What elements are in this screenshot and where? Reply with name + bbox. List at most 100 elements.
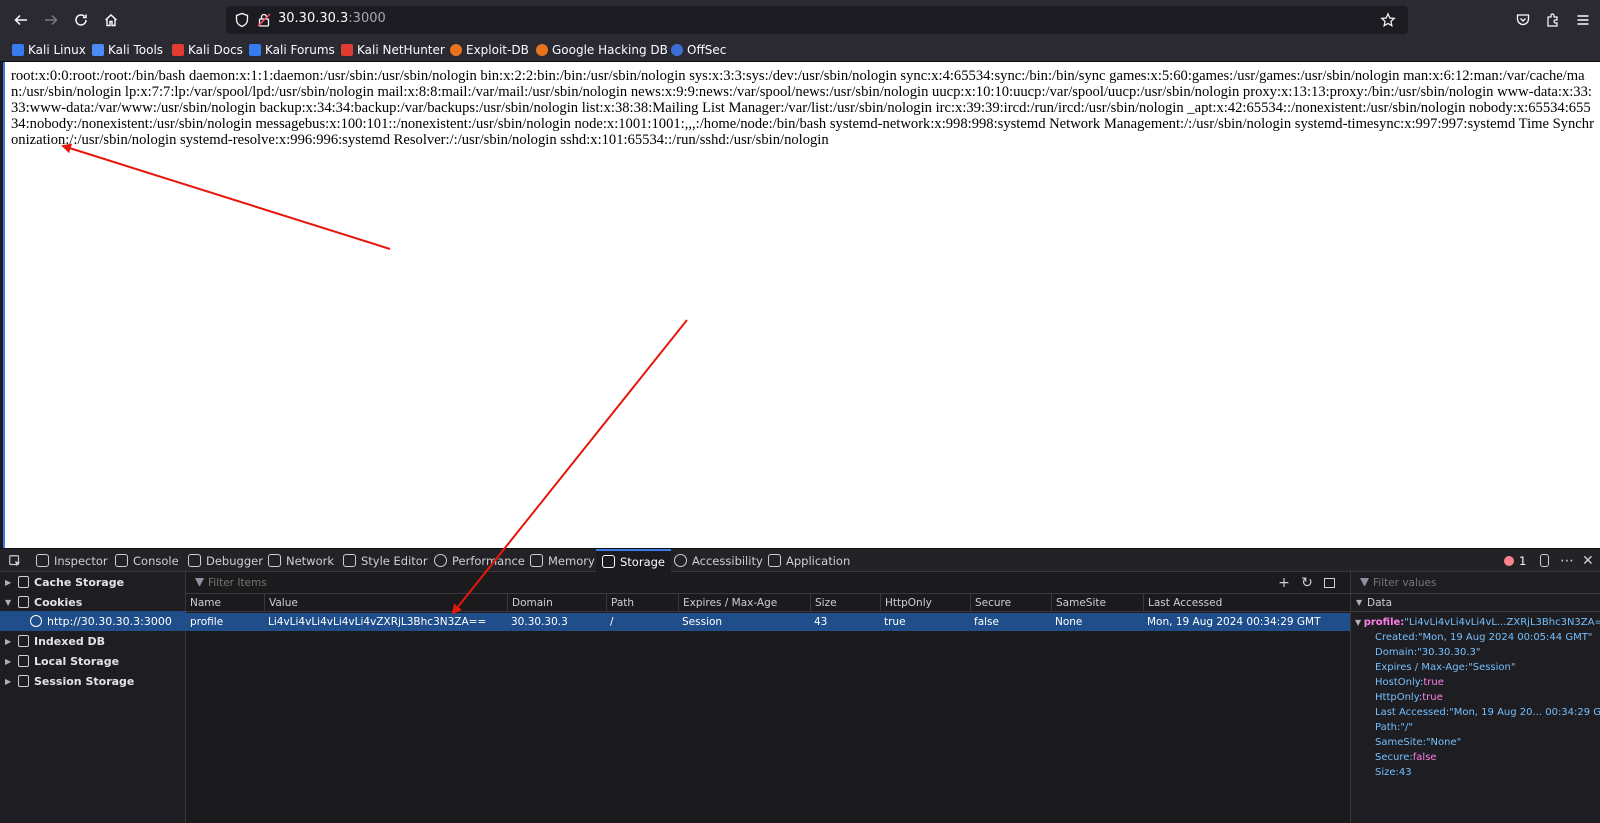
menu-button[interactable] — [1572, 9, 1594, 31]
tree-item-host[interactable]: http://30.30.30.3:3000 — [0, 611, 186, 631]
column-header-secure[interactable]: Secure — [970, 594, 1011, 612]
table-row[interactable]: profile Li4vLi4vLi4vLi4vLi4vZXRjL3Bhc3N3… — [186, 613, 1350, 631]
forward-button[interactable] — [40, 9, 62, 31]
bookmark-label: Kali Docs — [188, 43, 243, 57]
refresh-items-button[interactable]: ↻ — [1299, 575, 1315, 591]
tab-accessibility[interactable]: Accessibility — [674, 549, 763, 572]
profile-entry[interactable]: ▼ profile:"Li4vLi4vLi4vLi4vL...ZXRjL3Bhc… — [1355, 616, 1600, 630]
insecure-lock-icon[interactable] — [256, 12, 272, 28]
column-header-domain[interactable]: Domain — [507, 594, 553, 612]
tab-storage[interactable]: Storage — [596, 549, 671, 572]
tree-item-label: Cookies — [34, 595, 83, 609]
data-section-header[interactable]: ▼ Data — [1351, 594, 1600, 612]
column-header-samesite[interactable]: SameSite — [1051, 594, 1106, 612]
add-item-button[interactable]: + — [1276, 575, 1292, 591]
property-key: SameSite — [1375, 737, 1423, 748]
element-picker-button[interactable] — [8, 549, 28, 572]
cookie-property[interactable]: Domain:"30.30.30.3" — [1375, 646, 1480, 660]
tree-item-label: Local Storage — [34, 654, 120, 668]
url-bar[interactable]: 30.30.30.3:3000 — [226, 6, 1408, 34]
devtools-options-button[interactable]: ⋯ — [1560, 549, 1574, 572]
chevron-right-icon: ▶ — [5, 577, 12, 587]
cookie-property[interactable]: SameSite:"None" — [1375, 736, 1461, 750]
cookie-property[interactable]: HostOnly:true — [1375, 676, 1444, 690]
tab-debugger[interactable]: Debugger — [188, 549, 263, 572]
globe-icon — [30, 615, 42, 627]
bookmark-kali-tools[interactable]: Kali Tools — [92, 41, 163, 59]
column-header-expires[interactable]: Expires / Max-Age — [678, 594, 777, 612]
tree-item-label: Indexed DB — [34, 634, 106, 648]
column-header-size[interactable]: Size — [810, 594, 837, 612]
tab-console[interactable]: Console — [115, 549, 179, 572]
bookmark-kali-linux[interactable]: Kali Linux — [12, 41, 86, 59]
tab-label: Style Editor — [361, 553, 428, 568]
back-button[interactable] — [10, 9, 32, 31]
filter-values-input[interactable] — [1359, 575, 1589, 591]
bookmark-kali-forums[interactable]: Kali Forums — [249, 41, 335, 59]
tab-memory[interactable]: Memory — [530, 549, 595, 572]
tab-inspector[interactable]: Inspector — [36, 549, 108, 572]
tree-item-session-storage[interactable]: ▶ Session Storage — [0, 671, 186, 691]
browser-toolbar: 30.30.30.3:3000 — [0, 0, 1600, 38]
tab-application[interactable]: Application — [768, 549, 850, 572]
devtools-close-button[interactable]: ✕ — [1582, 549, 1594, 572]
bookmark-label: Kali Linux — [28, 43, 86, 57]
ellipsis-icon: ⋯ — [1560, 552, 1574, 569]
database-icon — [18, 576, 29, 588]
property-value: false — [1412, 752, 1437, 763]
tab-style-editor[interactable]: Style Editor — [343, 549, 428, 572]
bookmark-kali-nethunter[interactable]: Kali NetHunter — [341, 41, 445, 59]
property-value: "30.30.30.3" — [1417, 647, 1481, 658]
reload-button[interactable] — [70, 9, 92, 31]
cookie-property[interactable]: Size:43 — [1375, 766, 1412, 780]
pocket-button[interactable] — [1512, 9, 1534, 31]
cookie-table-panel: + ↻ Name Value Domain Path Expires / Max… — [186, 572, 1350, 823]
property-value: "Session" — [1468, 662, 1516, 673]
tab-network[interactable]: Network — [268, 549, 334, 572]
bookmark-star-icon[interactable] — [1380, 12, 1396, 28]
bookmark-kali-docs[interactable]: Kali Docs — [172, 41, 243, 59]
property-key: HttpOnly — [1375, 692, 1419, 703]
column-header-path[interactable]: Path — [606, 594, 634, 612]
shield-icon[interactable] — [234, 12, 250, 28]
column-header-httponly[interactable]: HttpOnly — [880, 594, 932, 612]
bookmark-google-hacking-db[interactable]: Google Hacking DB — [536, 41, 668, 59]
bookmark-label: Kali Tools — [108, 43, 164, 57]
cookie-property[interactable]: Path:"/" — [1375, 721, 1413, 735]
cookie-property[interactable]: HttpOnly:true — [1375, 691, 1443, 705]
refresh-icon: ↻ — [1301, 575, 1313, 591]
home-button[interactable] — [100, 9, 122, 31]
cookie-property[interactable]: Last Accessed:"Mon, 19 Aug 20... 00:34:2… — [1375, 706, 1600, 720]
tab-label: Memory — [548, 553, 595, 568]
hamburger-menu-icon — [1577, 15, 1589, 25]
tab-performance[interactable]: Performance — [434, 549, 525, 572]
column-header-name[interactable]: Name — [186, 594, 221, 612]
cell-secure: false — [974, 616, 999, 628]
tree-item-label: Session Storage — [34, 674, 135, 688]
cookie-property[interactable]: Expires / Max-Age:"Session" — [1375, 661, 1515, 675]
column-header-last-accessed[interactable]: Last Accessed — [1143, 594, 1222, 612]
tree-item-local-storage[interactable]: ▶ Local Storage — [0, 651, 186, 671]
responsive-design-button[interactable] — [1540, 549, 1549, 572]
cell-size: 43 — [814, 616, 828, 628]
url-text[interactable]: 30.30.30.3:3000 — [278, 11, 386, 26]
tree-item-indexed-db[interactable]: ▶ Indexed DB — [0, 631, 186, 651]
tree-item-cookies[interactable]: ▼ Cookies — [0, 592, 186, 612]
bookmark-label: Kali NetHunter — [357, 43, 445, 57]
error-count-badge[interactable]: 1 — [1504, 549, 1526, 572]
bookmark-exploit-db[interactable]: Exploit-DB — [450, 41, 529, 59]
filter-items-input[interactable] — [194, 575, 1194, 591]
cookie-property[interactable]: Secure:false — [1375, 751, 1437, 765]
cell-last-accessed: Mon, 19 Aug 2024 00:34:29 GMT — [1147, 616, 1321, 628]
table-header: Name Value Domain Path Expires / Max-Age… — [186, 594, 1350, 612]
tab-label: Performance — [452, 553, 525, 568]
bookmark-label: Kali Forums — [265, 43, 335, 57]
tree-item-cache-storage[interactable]: ▶ Cache Storage — [0, 572, 186, 592]
tab-label: Application — [786, 553, 851, 568]
extensions-button[interactable] — [1542, 9, 1564, 31]
cookie-property[interactable]: Created:"Mon, 19 Aug 2024 00:05:44 GMT" — [1375, 631, 1592, 645]
home-icon — [105, 14, 117, 27]
toggle-sidebar-button[interactable] — [1321, 575, 1337, 591]
bookmark-offsec[interactable]: OffSec — [671, 41, 726, 59]
column-header-value[interactable]: Value — [264, 594, 298, 612]
